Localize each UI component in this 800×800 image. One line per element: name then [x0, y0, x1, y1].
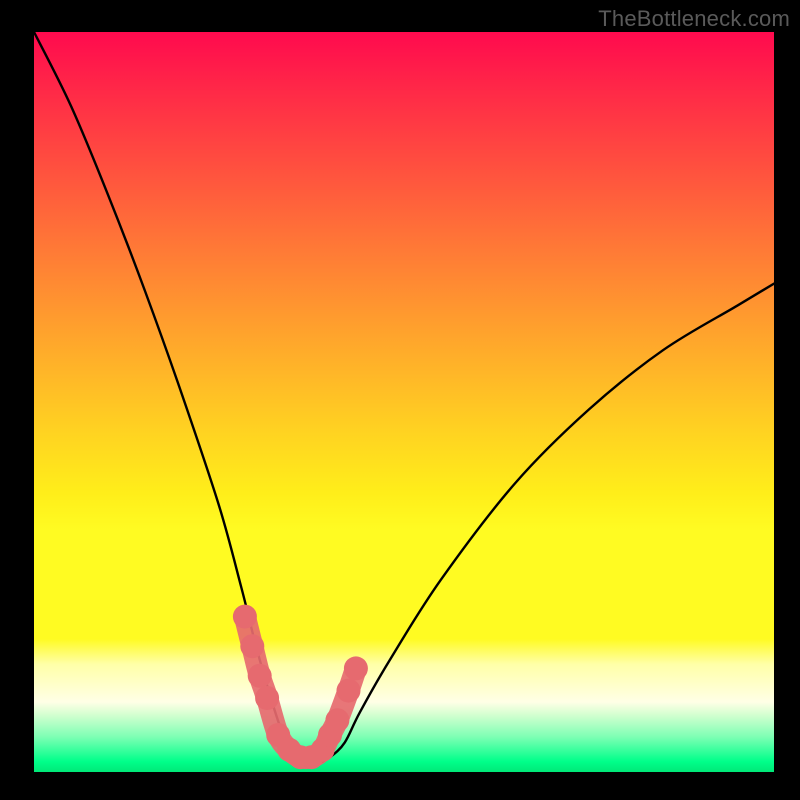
marker-dot — [240, 634, 264, 658]
bottleneck-curve — [34, 32, 774, 765]
chart-frame: TheBottleneck.com — [0, 0, 800, 800]
marker-dot — [248, 664, 272, 688]
watermark-text: TheBottleneck.com — [598, 6, 790, 32]
marker-dot — [255, 686, 279, 710]
marker-dot — [337, 679, 361, 703]
curve-layer — [34, 32, 774, 772]
marker-dot — [344, 656, 368, 680]
marker-dot — [325, 708, 349, 732]
marker-dot — [233, 605, 257, 629]
highlight-markers — [233, 605, 368, 770]
plot-area — [34, 32, 774, 772]
